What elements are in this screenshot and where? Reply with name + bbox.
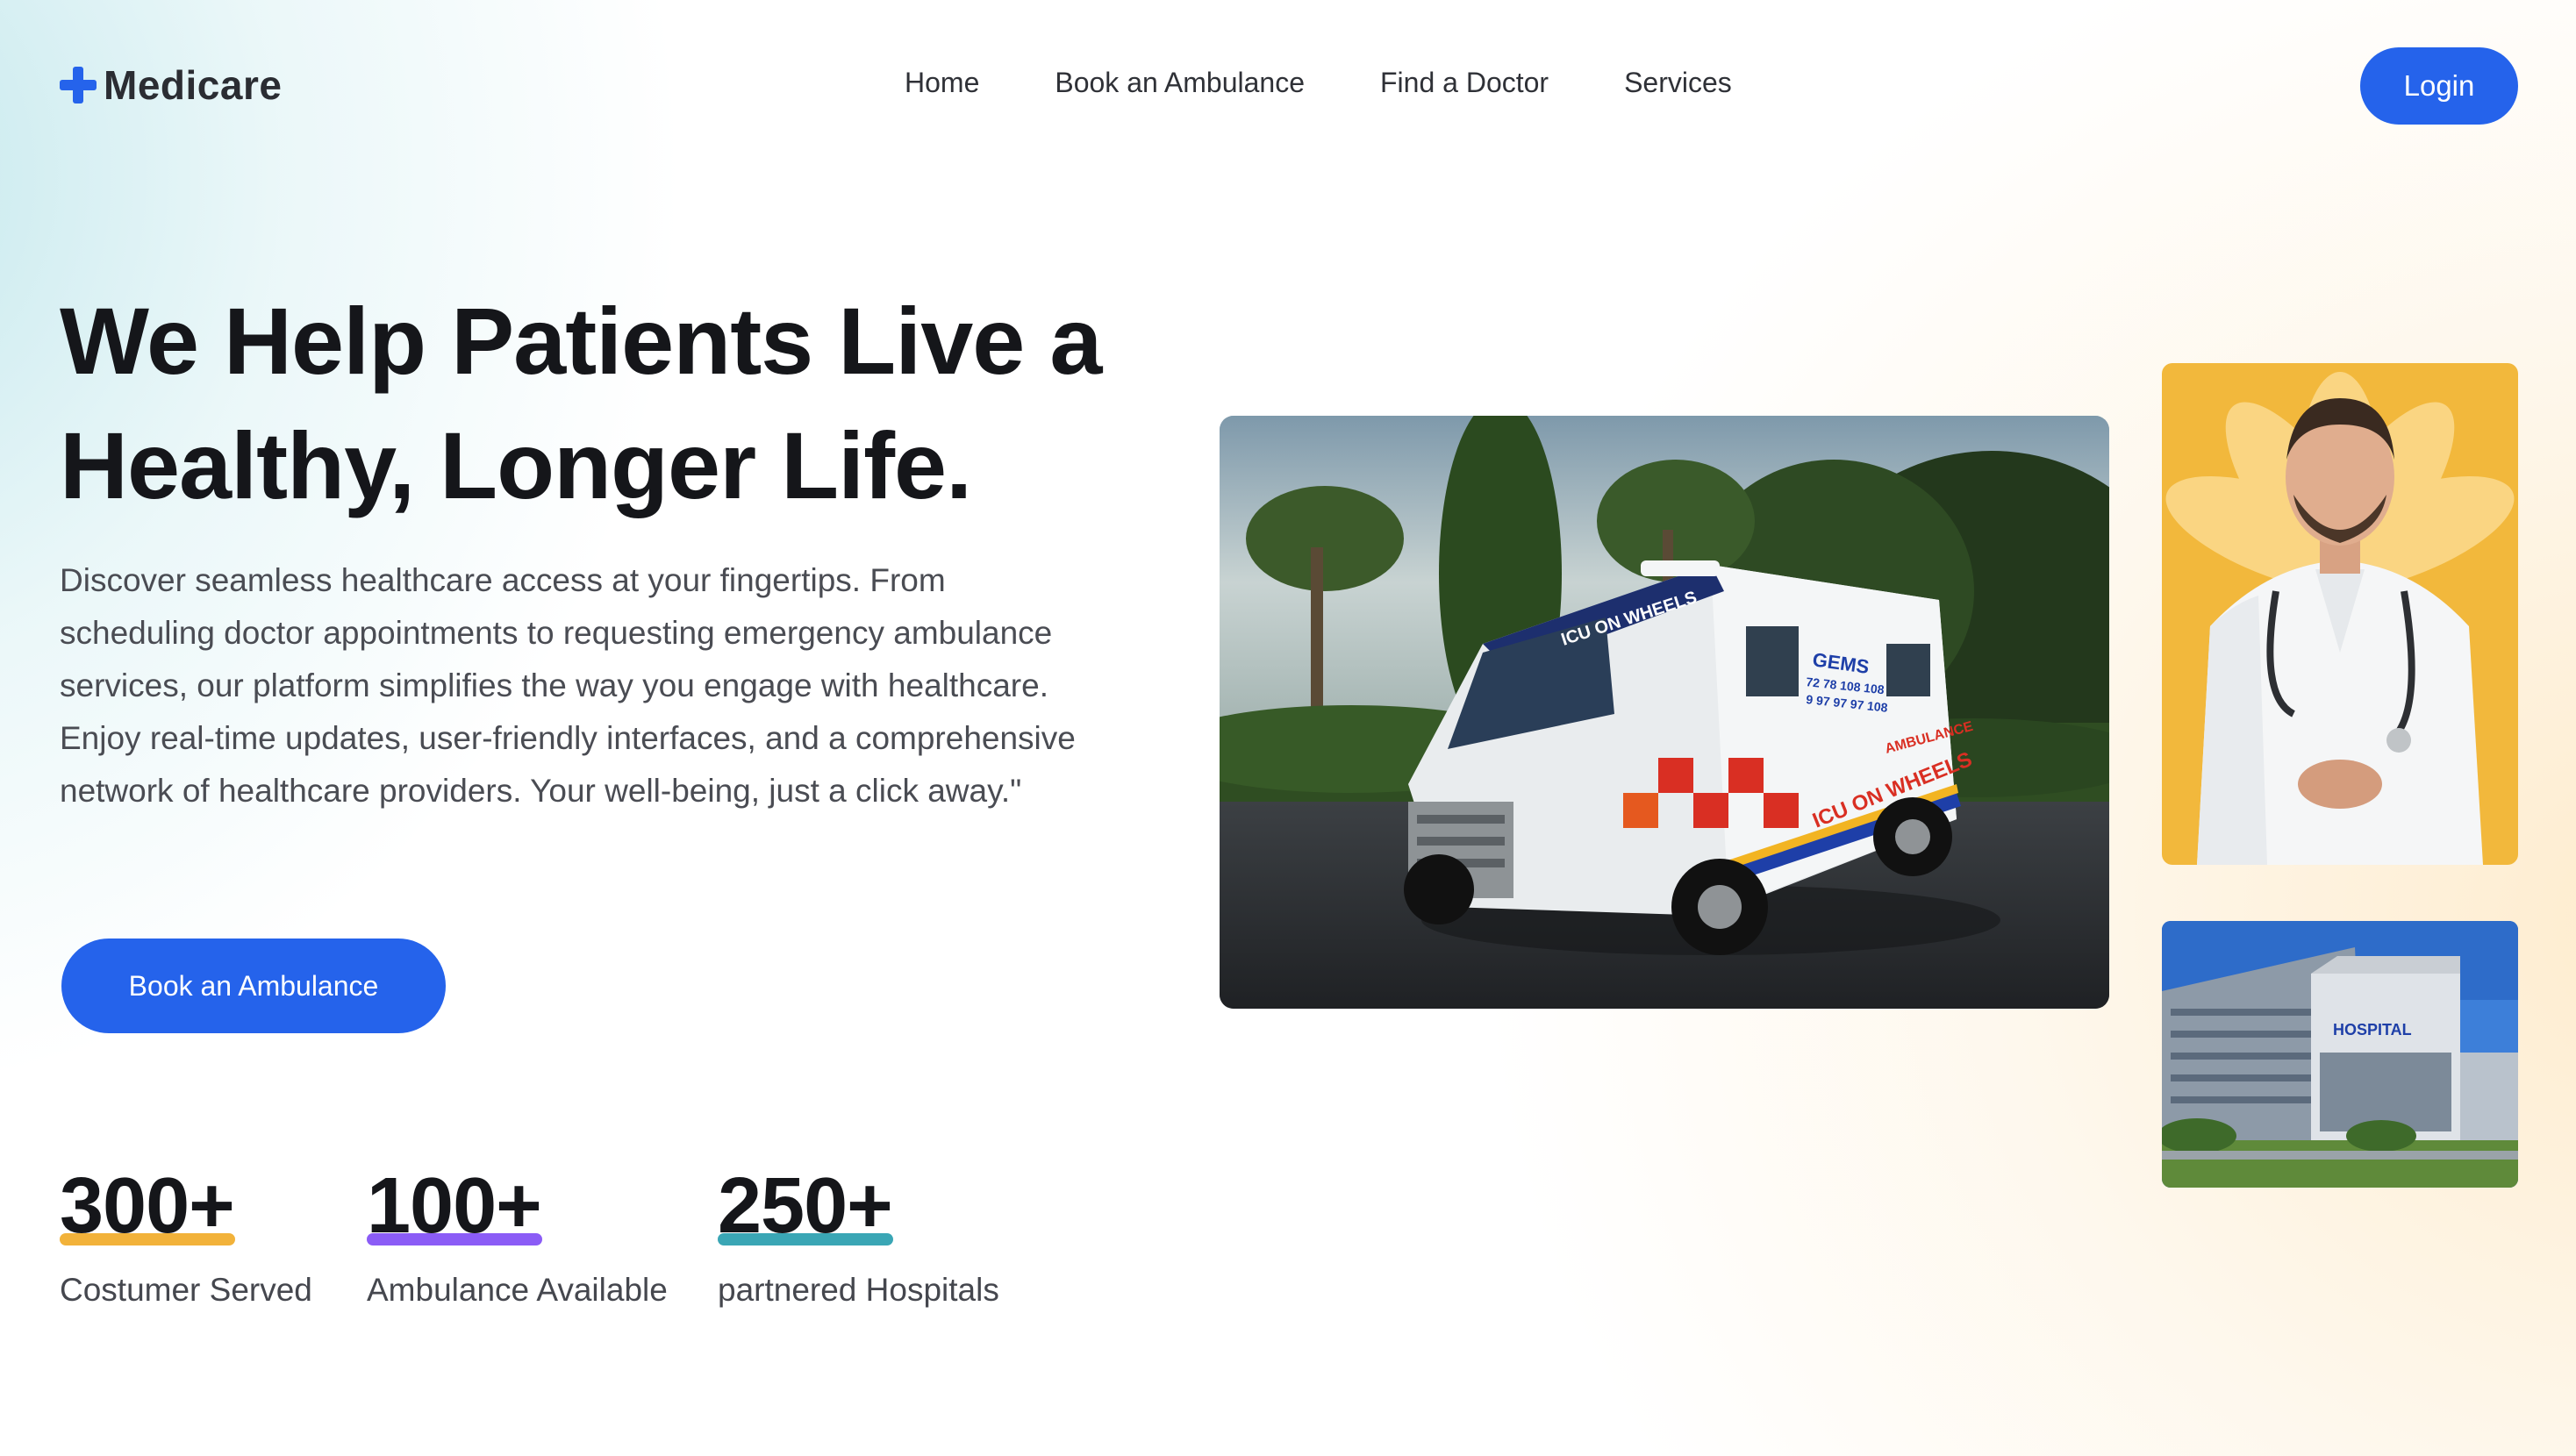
brand-name: Medicare bbox=[104, 62, 283, 108]
book-ambulance-button[interactable]: Book an Ambulance bbox=[61, 939, 446, 1033]
stat-label: Costumer Served bbox=[60, 1272, 312, 1308]
ambulance-photo: ICU ON WHEELS GEMS 72 78 108 108 9 97 97… bbox=[1220, 416, 2109, 1009]
stat-label: partnered Hospitals bbox=[718, 1272, 999, 1308]
nav-link-find-doctor[interactable]: Find a Doctor bbox=[1380, 67, 1549, 99]
nav-link-services[interactable]: Services bbox=[1624, 67, 1732, 99]
stat-value: 100+ bbox=[367, 1158, 542, 1254]
doctor-photo bbox=[2162, 363, 2518, 865]
stat-value: 250+ bbox=[718, 1158, 893, 1254]
nav-link-book-ambulance[interactable]: Book an Ambulance bbox=[1055, 67, 1305, 99]
brand-logo[interactable]: Medicare bbox=[60, 61, 282, 109]
stat-hospitals: 250+ partnered Hospitals bbox=[718, 1158, 999, 1309]
stat-value-text: 250+ bbox=[718, 1162, 893, 1250]
hero-title-line-1: We Help Patients Live a bbox=[60, 288, 1102, 394]
top-navbar: Medicare Home Book an Ambulance Find a D… bbox=[0, 0, 2576, 174]
stat-value-text: 100+ bbox=[367, 1162, 542, 1250]
hero-description: Discover seamless healthcare access at y… bbox=[60, 562, 1076, 809]
stat-value-text: 300+ bbox=[60, 1162, 235, 1250]
stat-label: Ambulance Available bbox=[367, 1272, 668, 1308]
stat-customers: 300+ Costumer Served bbox=[60, 1158, 312, 1309]
hero-title: We Help Patients Live a Healthy, Longer … bbox=[60, 279, 1200, 528]
plus-cross-icon bbox=[60, 67, 97, 103]
hero-title-line-2: Healthy, Longer Life. bbox=[60, 412, 972, 518]
nav-link-home[interactable]: Home bbox=[905, 67, 979, 99]
login-button[interactable]: Login bbox=[2360, 47, 2518, 125]
main-nav: Home Book an Ambulance Find a Doctor Ser… bbox=[905, 67, 1732, 99]
hospital-sign: HOSPITAL bbox=[2333, 1021, 2412, 1038]
hospital-photo: HOSPITAL bbox=[2162, 921, 2518, 1188]
stat-value: 300+ bbox=[60, 1158, 235, 1254]
stat-ambulances: 100+ Ambulance Available bbox=[367, 1158, 668, 1309]
